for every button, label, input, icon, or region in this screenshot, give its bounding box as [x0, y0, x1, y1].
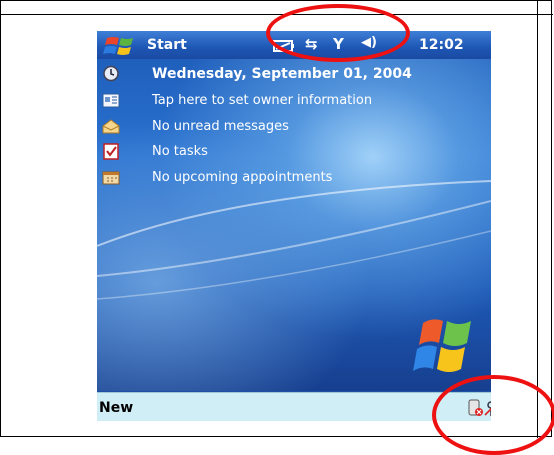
clock[interactable]: 12:02: [419, 37, 464, 53]
today-messages-row[interactable]: No unread messages: [97, 114, 491, 139]
tasks-checkbox-icon: [103, 143, 119, 160]
table-rule-vertical: [537, 1, 538, 438]
clock-icon: [103, 65, 119, 82]
appointments-label: No upcoming appointments: [152, 170, 333, 185]
messages-label: No unread messages: [152, 119, 289, 134]
inbox-envelope-icon: [102, 119, 120, 134]
new-menu-button[interactable]: New: [99, 400, 133, 416]
date-label: Wednesday, September 01, 2004: [152, 66, 412, 82]
windows-flag-icon[interactable]: [101, 34, 141, 58]
annotation-ring-status-icons: [266, 4, 410, 62]
today-date-row[interactable]: Wednesday, September 01, 2004: [97, 61, 491, 86]
annotation-ring-tray-icons: [432, 375, 554, 455]
table-rule: [1, 14, 553, 15]
start-menu-label[interactable]: Start: [147, 37, 187, 53]
tasks-label: No tasks: [152, 144, 208, 159]
calendar-icon: [102, 171, 120, 185]
owner-card-icon: [102, 93, 120, 108]
windows-logo-icon: [413, 319, 471, 372]
today-tasks-row[interactable]: No tasks: [97, 139, 491, 164]
owner-label: Tap here to set owner information: [152, 93, 373, 108]
pocketpc-screen: Start ⇆ Y ◀) 12:02 Wednesday, September …: [97, 31, 491, 421]
today-owner-row[interactable]: Tap here to set owner information: [97, 88, 491, 113]
today-appointments-row[interactable]: No upcoming appointments: [97, 165, 491, 190]
